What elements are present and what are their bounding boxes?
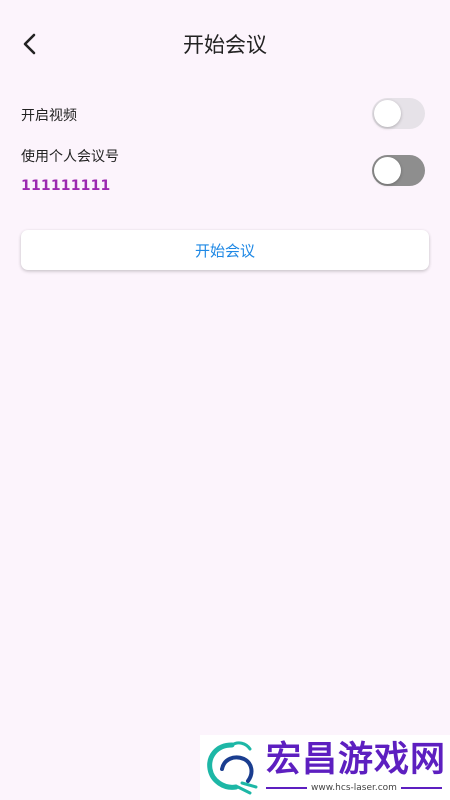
watermark-divider (400, 787, 442, 789)
page-title: 开始会议 (183, 33, 267, 57)
watermark-divider (266, 787, 308, 789)
watermark-title: 宏昌游戏网 (266, 740, 447, 780)
app-header: 开始会议 (0, 0, 450, 88)
dragon-logo-icon (207, 741, 258, 795)
start-meeting-button[interactable]: 开始会议 (21, 230, 429, 270)
video-setting-label: 开启视频 (21, 108, 77, 124)
watermark-url-row: www.hcs-laser.com (266, 783, 442, 793)
toggle-knob (374, 100, 401, 127)
video-toggle[interactable] (372, 98, 425, 129)
personal-meeting-id-label: 使用个人会议号 (21, 149, 119, 165)
personal-meeting-number: 111111111 (21, 178, 111, 194)
watermark-url: www.hcs-laser.com (311, 783, 397, 793)
watermark: 宏昌游戏网 www.hcs-laser.com (200, 735, 450, 800)
personal-meeting-id-toggle[interactable] (372, 155, 425, 186)
toggle-knob (374, 157, 401, 184)
